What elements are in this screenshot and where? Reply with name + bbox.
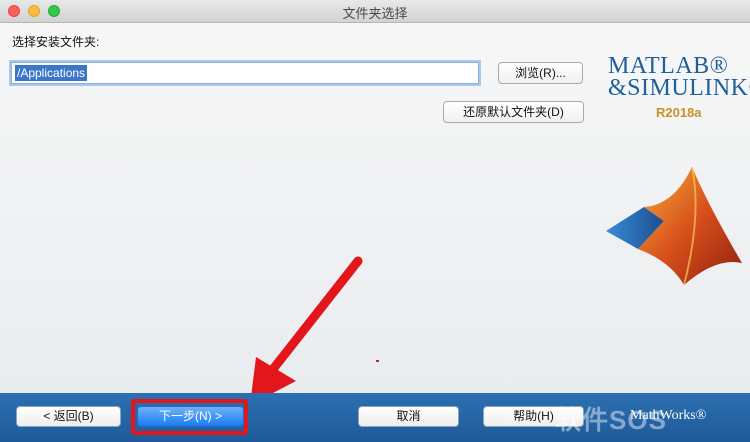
content-area: 选择安装文件夹: /Applications 浏览(R)... 还原默认文件夹(…	[0, 23, 750, 405]
mathworks-logo: MathWorks®	[630, 408, 707, 423]
release-label: R2018a	[656, 105, 702, 120]
installer-window: 文件夹选择 选择安装文件夹: /Applications 浏览(R)... 还原…	[0, 0, 750, 442]
browse-button[interactable]: 浏览(R)...	[498, 62, 583, 84]
back-button[interactable]: < 返回(B)	[16, 406, 121, 427]
window-title: 文件夹选择	[342, 6, 408, 21]
next-button-highlight	[131, 399, 248, 435]
simulink-wordmark: &SIMULINK®	[608, 75, 750, 101]
restore-default-folder-button[interactable]: 还原默认文件夹(D)	[443, 101, 584, 123]
footer-bar: < 返回(B) 下一步(N) > 取消 帮助(H) 软件SOS MathWork…	[0, 393, 750, 442]
folder-prompt-label: 选择安装文件夹:	[12, 35, 100, 49]
red-mark	[376, 360, 379, 362]
red-arrow-annotation-icon	[250, 256, 363, 405]
install-folder-value: /Applications	[15, 65, 88, 81]
title-bar: 文件夹选择	[0, 0, 750, 23]
install-folder-input[interactable]: /Applications	[11, 62, 479, 84]
cancel-button[interactable]: 取消	[358, 406, 459, 427]
matlab-membrane-logo-icon	[606, 166, 742, 286]
